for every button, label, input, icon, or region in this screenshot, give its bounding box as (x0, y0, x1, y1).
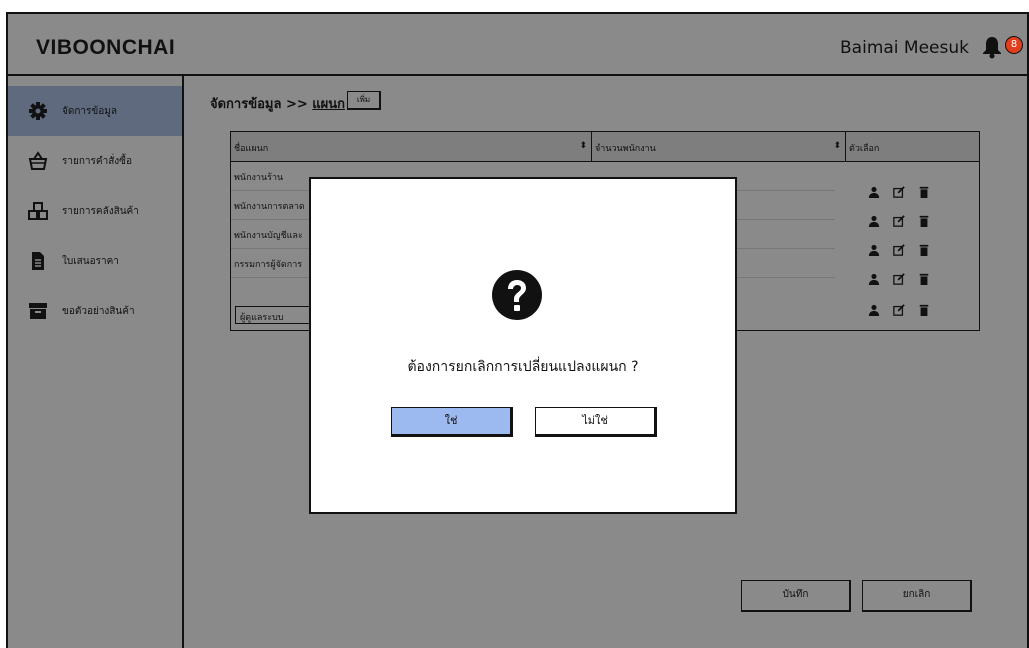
notification-badge: 8 (1005, 36, 1023, 54)
bell-icon[interactable] (981, 35, 1003, 59)
sidebar-item-label: รายการคลังสินค้า (62, 205, 139, 217)
breadcrumb-prefix: จัดการข้อมูล >> (210, 97, 313, 112)
basket-icon (28, 151, 48, 170)
brand-logo: VIBOONCHAI (36, 36, 176, 59)
trash-icon[interactable] (918, 214, 930, 228)
dialog-question: ต้องการยกเลิกการเปลี่ยนแปลงแผนก ? (407, 359, 639, 375)
row-actions (840, 211, 930, 231)
user-name[interactable]: Baimai Meesuk (840, 38, 969, 58)
no-button[interactable]: ไม่ใช่ (535, 407, 657, 437)
row-actions (840, 240, 930, 260)
column-header-name[interactable]: ชื่อแผนก ⬍ (231, 132, 591, 162)
sidebar-item-label: ใบเสนอราคา (62, 255, 119, 267)
user-icon[interactable] (868, 303, 880, 317)
confirm-dialog: ต้องการยกเลิกการเปลี่ยนแปลงแผนก ? ใช่ ไม… (309, 177, 737, 514)
row-actions (840, 269, 930, 289)
row-name: พนักงานร้าน (234, 173, 284, 183)
add-button[interactable]: เพิ่ม (347, 91, 381, 110)
breadcrumb-current[interactable]: แผนก (312, 97, 345, 112)
sidebar-item-label: รายการคำสั่งซื้อ (62, 155, 132, 167)
row-actions (840, 182, 930, 202)
document-icon (32, 252, 44, 270)
user-icon[interactable] (868, 185, 880, 199)
sidebar-item-sample-request[interactable]: ขอตัวอย่างสินค้า (8, 286, 182, 336)
sidebar-item-inventory[interactable]: รายการคลังสินค้า (8, 186, 182, 236)
row-name: พนักงานบัญชีและ (234, 231, 303, 241)
archive-icon (29, 303, 47, 319)
sidebar-item-manage-data[interactable]: จัดการข้อมูล (8, 86, 182, 136)
top-bar: VIBOONCHAI Baimai Meesuk 8 (8, 14, 1027, 76)
column-header-count[interactable]: จำนวนพนักงาน ⬍ (591, 132, 845, 162)
sidebar-item-orders[interactable]: รายการคำสั่งซื้อ (8, 136, 182, 186)
cubes-icon (28, 202, 48, 220)
column-header-label: ตัวเลือก (849, 144, 880, 154)
question-icon (492, 270, 542, 320)
trash-icon[interactable] (918, 185, 930, 199)
row-name: พนักงานการตลาด (234, 202, 305, 212)
edit-icon[interactable] (893, 214, 905, 228)
trash-icon[interactable] (918, 303, 930, 317)
breadcrumb: จัดการข้อมูล >> แผนก (210, 93, 345, 114)
edit-icon[interactable] (893, 303, 905, 317)
user-icon[interactable] (868, 272, 880, 286)
gear-icon (29, 102, 47, 120)
yes-button[interactable]: ใช่ (391, 407, 513, 437)
edit-icon[interactable] (893, 272, 905, 286)
edit-icon[interactable] (893, 243, 905, 257)
column-header-label: จำนวนพนักงาน (595, 144, 656, 154)
sidebar-item-label: จัดการข้อมูล (62, 105, 117, 117)
user-icon[interactable] (868, 243, 880, 257)
sidebar-item-quotation[interactable]: ใบเสนอราคา (8, 236, 182, 286)
column-header-label: ชื่อแผนก (234, 144, 269, 154)
column-header-options: ตัวเลือก (845, 132, 979, 162)
trash-icon[interactable] (918, 272, 930, 286)
sort-icon[interactable]: ⬍ (833, 141, 841, 151)
sidebar-item-label: ขอตัวอย่างสินค้า (62, 305, 135, 317)
sort-icon[interactable]: ⬍ (579, 141, 587, 151)
cancel-button[interactable]: ยกเลิก (862, 580, 972, 612)
department-name-input[interactable]: ผู้ดูแลระบบ (235, 306, 310, 324)
save-button[interactable]: บันทึก (741, 580, 851, 612)
row-actions (840, 300, 930, 320)
user-icon[interactable] (868, 214, 880, 228)
trash-icon[interactable] (918, 243, 930, 257)
edit-icon[interactable] (893, 185, 905, 199)
row-name: กรรมการผู้จัดการ (234, 260, 303, 270)
sidebar: จัดการข้อมูล รายการคำสั่งซื้อ รายการคลัง… (8, 76, 184, 648)
